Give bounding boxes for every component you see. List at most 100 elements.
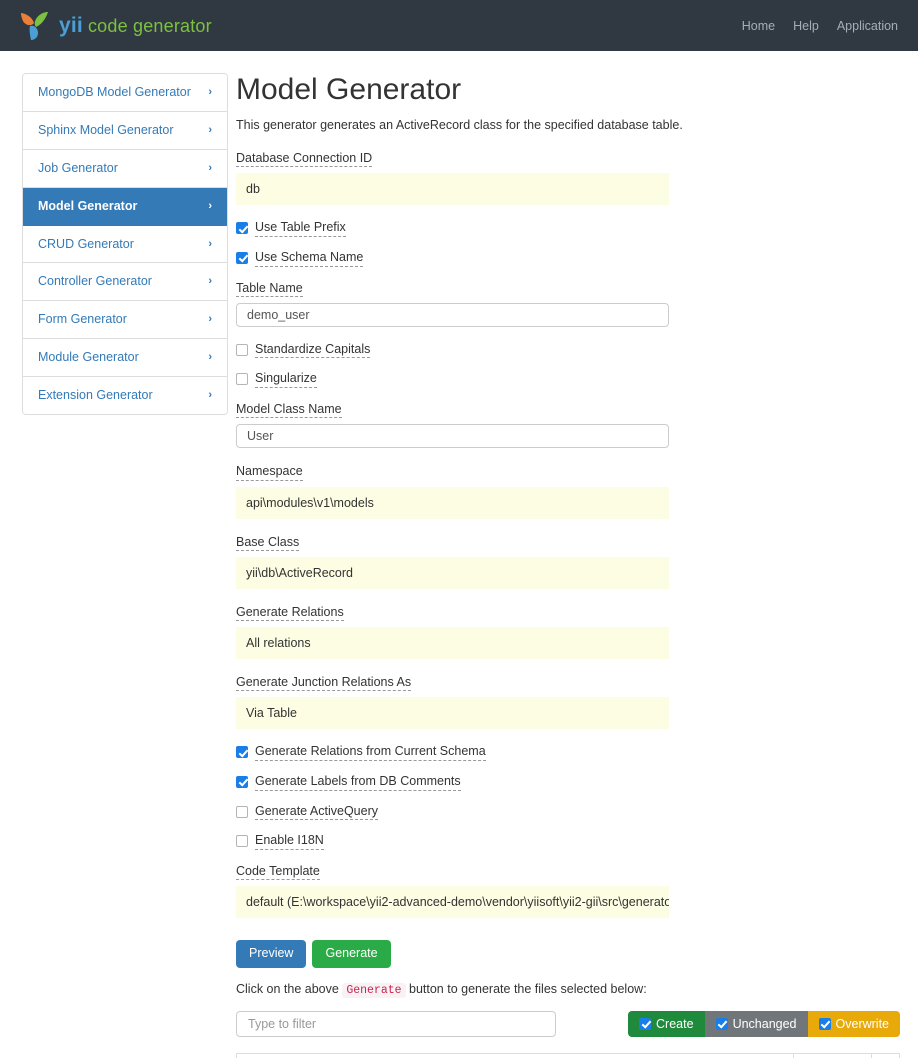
sidebar-item-label: Controller Generator (38, 274, 152, 289)
filter-toggle-create[interactable]: Create (628, 1010, 705, 1037)
model-class-name-input[interactable] (236, 424, 669, 449)
chevron-right-icon: › (208, 199, 212, 212)
top-navbar: yii code generator Home Help Application (0, 0, 918, 51)
use-table-prefix-checkbox[interactable] (236, 222, 248, 235)
use-schema-name-checkbox[interactable] (236, 251, 248, 264)
field-junction-relations: Generate Junction Relations As Via Table (236, 674, 900, 730)
relations-current-schema-label: Generate Relations from Current Schema (255, 744, 486, 761)
sidebar-item-model-generator[interactable]: Model Generator › (23, 187, 227, 226)
unchanged-checkbox[interactable] (715, 1017, 728, 1030)
sidebar-item-mongodb-model-generator[interactable]: MongoDB Model Generator › (23, 74, 227, 112)
sidebar-item-module-generator[interactable]: Module Generator › (23, 339, 227, 377)
base-class-label: Base Class (236, 534, 300, 551)
chevron-right-icon: › (208, 275, 212, 288)
labels-db-comments-label: Generate Labels from DB Comments (255, 774, 461, 791)
namespace-label: Namespace (236, 463, 303, 481)
relations-current-schema-checkbox[interactable] (236, 746, 248, 759)
filter-toggle-overwrite[interactable]: Overwrite (807, 1010, 900, 1037)
chevron-right-icon: › (208, 237, 212, 250)
sidebar-item-form-generator[interactable]: Form Generator › (23, 301, 227, 340)
db-connection-label: Database Connection ID (236, 150, 373, 168)
code-files-table: Code File Action modules\v1\models\User.… (236, 1052, 900, 1058)
field-model-class-name: Model Class Name (236, 401, 900, 449)
preview-button[interactable]: Preview (236, 940, 307, 968)
generate-activequery-label: Generate ActiveQuery (255, 804, 378, 821)
field-generate-activequery: Generate ActiveQuery (236, 804, 900, 821)
field-labels-db-comments: Generate Labels from DB Comments (236, 774, 900, 791)
sidebar-item-label: Form Generator (38, 312, 127, 327)
create-label: Create (656, 1016, 694, 1031)
note-prefix: Click on the above (236, 981, 343, 996)
filter-toggle-unchanged[interactable]: Unchanged (704, 1010, 808, 1037)
code-template-label: Code Template (236, 863, 320, 880)
chevron-right-icon: › (208, 123, 212, 136)
generate-relations-select[interactable]: All relations (236, 627, 669, 659)
brand-name: yii (59, 13, 83, 37)
nav-link-home[interactable]: Home (742, 19, 775, 33)
field-singularize: Singularize (236, 371, 900, 388)
chevron-right-icon: › (208, 313, 212, 326)
sidebar-item-label: Job Generator (38, 160, 118, 175)
db-connection-input[interactable]: db (236, 173, 669, 206)
sidebar-item-crud-generator[interactable]: CRUD Generator › (23, 225, 227, 264)
filter-input[interactable] (236, 1010, 556, 1037)
brand-logo-link[interactable]: yii code generator (18, 9, 212, 43)
model-class-name-label: Model Class Name (236, 401, 342, 419)
field-base-class: Base Class yii\db\ActiveRecord (236, 534, 900, 589)
field-db-connection: Database Connection ID db (236, 150, 900, 206)
nav-link-application[interactable]: Application (837, 19, 898, 33)
sidebar-item-controller-generator[interactable]: Controller Generator › (23, 263, 227, 302)
standardize-capitals-checkbox[interactable] (236, 343, 248, 356)
note-suffix: button to generate the files selected be… (405, 981, 647, 996)
sidebar-item-label: Module Generator (38, 350, 139, 365)
sidebar-item-job-generator[interactable]: Job Generator › (23, 149, 227, 188)
table-header-row: Code File Action (236, 1052, 900, 1058)
field-code-template: Code Template default (E:\workspace\yii2… (236, 863, 900, 918)
junction-relations-label: Generate Junction Relations As (236, 674, 412, 692)
namespace-input[interactable]: api\modules\v1\models (236, 486, 669, 519)
sidebar-item-label: MongoDB Model Generator (38, 85, 191, 99)
generate-activequery-checkbox[interactable] (236, 805, 248, 818)
sidebar-item-label: Sphinx Model Generator (38, 122, 174, 137)
standardize-capitals-label: Standardize Capitals (255, 342, 371, 359)
create-checkbox[interactable] (639, 1017, 652, 1030)
field-relations-current-schema: Generate Relations from Current Schema (236, 744, 900, 761)
generate-relations-label: Generate Relations (236, 604, 344, 621)
field-table-name: Table Name (236, 280, 900, 327)
labels-db-comments-checkbox[interactable] (236, 775, 248, 788)
page-title: Model Generator (236, 73, 462, 106)
singularize-checkbox[interactable] (236, 373, 248, 386)
table-name-input[interactable] (236, 302, 669, 327)
chevron-right-icon: › (208, 86, 212, 99)
enable-i18n-checkbox[interactable] (236, 835, 248, 848)
nav-link-help[interactable]: Help (793, 19, 819, 33)
chevron-right-icon: › (208, 161, 212, 174)
field-use-schema-name: Use Schema Name (236, 250, 900, 267)
yii-leaf-logo-icon (21, 11, 48, 40)
column-header-action: Action (793, 1052, 872, 1058)
base-class-input[interactable]: yii\db\ActiveRecord (236, 556, 669, 589)
page-body: MongoDB Model Generator › Sphinx Model G… (0, 51, 918, 1058)
junction-relations-select[interactable]: Via Table (236, 697, 669, 730)
field-generate-relations: Generate Relations All relations (236, 604, 900, 659)
status-filter-group: Create Unchanged Overwrite (628, 1010, 900, 1037)
enable-i18n-label: Enable I18N (255, 833, 324, 850)
filter-row: Create Unchanged Overwrite (236, 1010, 900, 1037)
sidebar-item-extension-generator[interactable]: Extension Generator › (23, 377, 227, 414)
generate-button[interactable]: Generate (312, 940, 391, 968)
sidebar-item-label: Model Generator (38, 198, 138, 213)
code-template-select[interactable]: default (E:\workspace\yii2-advanced-demo… (236, 886, 669, 918)
overwrite-checkbox[interactable] (818, 1017, 831, 1030)
chevron-right-icon: › (208, 389, 212, 402)
singularize-label: Singularize (255, 371, 317, 388)
table-head: Code File Action (236, 1052, 900, 1058)
sidebar-item-sphinx-model-generator[interactable]: Sphinx Model Generator › (23, 111, 227, 150)
use-schema-name-label: Use Schema Name (255, 250, 364, 267)
generate-note: Click on the above Generate button to ge… (236, 981, 900, 998)
generator-list: MongoDB Model Generator › Sphinx Model G… (22, 73, 228, 415)
note-code-generate: Generate (342, 982, 406, 998)
main-content: Model Generator This generator generates… (228, 73, 918, 1058)
field-use-table-prefix: Use Table Prefix (236, 220, 900, 237)
sidebar-item-label: CRUD Generator (38, 236, 134, 251)
sidebar: MongoDB Model Generator › Sphinx Model G… (0, 73, 228, 1058)
